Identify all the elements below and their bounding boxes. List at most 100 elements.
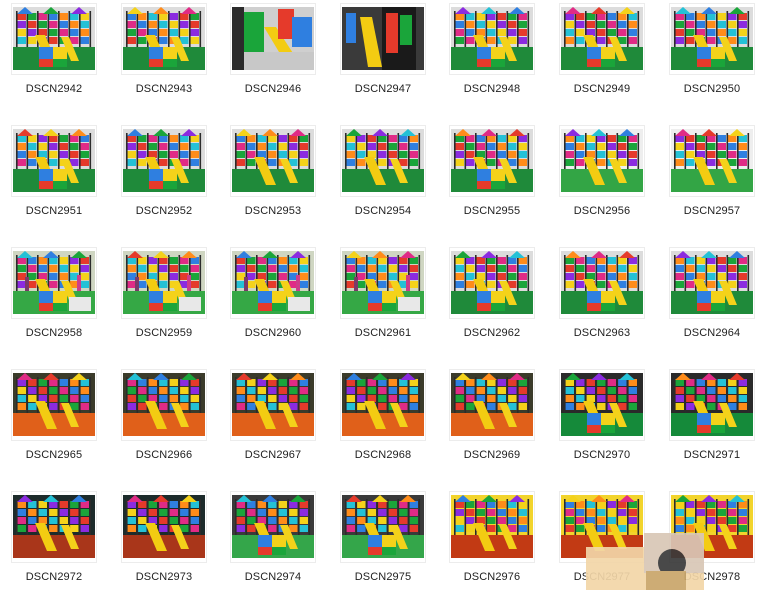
file-item[interactable]: DSCN2943 xyxy=(110,2,218,120)
thumbnail-image[interactable] xyxy=(232,7,314,70)
file-name-label[interactable]: DSCN2960 xyxy=(219,327,327,339)
thumbnail-image[interactable] xyxy=(123,373,205,436)
thumbnail-frame[interactable] xyxy=(121,247,207,319)
thumbnail-frame[interactable] xyxy=(230,125,316,197)
file-name-label[interactable]: DSCN2952 xyxy=(110,205,218,217)
file-item[interactable]: DSCN2946 xyxy=(219,2,327,120)
thumbnail-frame[interactable] xyxy=(669,247,755,319)
thumbnail-image[interactable] xyxy=(13,7,95,70)
file-name-label[interactable]: DSCN2971 xyxy=(658,449,766,461)
thumbnail-frame[interactable] xyxy=(121,125,207,197)
file-item[interactable]: DSCN2958 xyxy=(0,246,108,364)
thumbnail-image[interactable] xyxy=(13,129,95,192)
file-name-label[interactable]: DSCN2954 xyxy=(329,205,437,217)
thumbnail-image[interactable] xyxy=(232,373,314,436)
thumbnail-image[interactable] xyxy=(451,373,533,436)
file-item[interactable]: DSCN2962 xyxy=(438,246,546,364)
file-name-label[interactable]: DSCN2972 xyxy=(0,571,108,583)
thumbnail-image[interactable] xyxy=(342,7,424,70)
file-name-label[interactable]: DSCN2963 xyxy=(548,327,656,339)
file-item[interactable]: DSCN2972 xyxy=(0,490,108,608)
thumbnail-frame[interactable] xyxy=(340,369,426,441)
file-item[interactable]: DSCN2942 xyxy=(0,2,108,120)
thumbnail-frame[interactable] xyxy=(121,369,207,441)
thumbnail-image[interactable] xyxy=(342,251,424,314)
thumbnail-image[interactable] xyxy=(342,129,424,192)
file-item[interactable]: DSCN2955 xyxy=(438,124,546,242)
thumbnail-frame[interactable] xyxy=(121,491,207,563)
file-name-label[interactable]: DSCN2942 xyxy=(0,83,108,95)
thumbnail-image[interactable] xyxy=(123,129,205,192)
thumbnail-image[interactable] xyxy=(671,7,753,70)
thumbnail-frame[interactable] xyxy=(11,125,97,197)
file-name-label[interactable]: DSCN2959 xyxy=(110,327,218,339)
thumbnail-image[interactable] xyxy=(561,251,643,314)
file-name-label[interactable]: DSCN2962 xyxy=(438,327,546,339)
thumbnail-image[interactable] xyxy=(13,251,95,314)
file-item[interactable]: DSCN2969 xyxy=(438,368,546,486)
thumbnail-frame[interactable] xyxy=(230,369,316,441)
file-item[interactable]: DSCN2957 xyxy=(658,124,766,242)
thumbnail-frame[interactable] xyxy=(340,491,426,563)
file-name-label[interactable]: DSCN2975 xyxy=(329,571,437,583)
thumbnail-frame[interactable] xyxy=(449,491,535,563)
file-name-label[interactable]: DSCN2958 xyxy=(0,327,108,339)
file-item[interactable]: DSCN2949 xyxy=(548,2,656,120)
thumbnail-image[interactable] xyxy=(671,129,753,192)
file-item[interactable]: DSCN2964 xyxy=(658,246,766,364)
file-name-label[interactable]: DSCN2973 xyxy=(110,571,218,583)
file-item[interactable]: DSCN2974 xyxy=(219,490,327,608)
file-name-label[interactable]: DSCN2974 xyxy=(219,571,327,583)
thumbnail-frame[interactable] xyxy=(559,3,645,75)
file-item[interactable]: DSCN2967 xyxy=(219,368,327,486)
file-item[interactable]: DSCN2960 xyxy=(219,246,327,364)
file-name-label[interactable]: DSCN2964 xyxy=(658,327,766,339)
thumbnail-image[interactable] xyxy=(123,7,205,70)
thumbnail-frame[interactable] xyxy=(230,3,316,75)
file-item[interactable]: DSCN2970 xyxy=(548,368,656,486)
thumbnail-frame[interactable] xyxy=(11,3,97,75)
file-item[interactable]: DSCN2966 xyxy=(110,368,218,486)
thumbnail-image[interactable] xyxy=(232,495,314,558)
file-item[interactable]: DSCN2952 xyxy=(110,124,218,242)
thumbnail-image[interactable] xyxy=(671,251,753,314)
thumbnail-frame[interactable] xyxy=(669,3,755,75)
file-name-label[interactable]: DSCN2949 xyxy=(548,83,656,95)
file-name-label[interactable]: DSCN2956 xyxy=(548,205,656,217)
file-name-label[interactable]: DSCN2970 xyxy=(548,449,656,461)
file-item[interactable]: DSCN2947 xyxy=(329,2,437,120)
file-item[interactable]: DSCN2971 xyxy=(658,368,766,486)
thumbnail-frame[interactable] xyxy=(11,369,97,441)
file-item[interactable]: DSCN2951 xyxy=(0,124,108,242)
file-name-label[interactable]: DSCN2967 xyxy=(219,449,327,461)
file-item[interactable]: DSCN2963 xyxy=(548,246,656,364)
thumbnail-image[interactable] xyxy=(451,495,533,558)
file-name-label[interactable]: DSCN2948 xyxy=(438,83,546,95)
thumbnail-image[interactable] xyxy=(342,495,424,558)
thumbnail-image[interactable] xyxy=(451,129,533,192)
file-name-label[interactable]: DSCN2968 xyxy=(329,449,437,461)
thumbnail-image[interactable] xyxy=(451,251,533,314)
thumbnail-frame[interactable] xyxy=(340,3,426,75)
thumbnail-frame[interactable] xyxy=(230,491,316,563)
file-item[interactable]: DSCN2953 xyxy=(219,124,327,242)
file-name-label[interactable]: DSCN2966 xyxy=(110,449,218,461)
file-item[interactable]: DSCN2959 xyxy=(110,246,218,364)
file-name-label[interactable]: DSCN2951 xyxy=(0,205,108,217)
file-item[interactable]: DSCN2965 xyxy=(0,368,108,486)
thumbnail-image[interactable] xyxy=(561,129,643,192)
file-name-label[interactable]: DSCN2953 xyxy=(219,205,327,217)
file-name-label[interactable]: DSCN2946 xyxy=(219,83,327,95)
thumbnail-frame[interactable] xyxy=(449,247,535,319)
file-name-label[interactable]: DSCN2955 xyxy=(438,205,546,217)
file-name-label[interactable]: DSCN2976 xyxy=(438,571,546,583)
thumbnail-frame[interactable] xyxy=(559,247,645,319)
thumbnail-image[interactable] xyxy=(232,251,314,314)
thumbnail-frame[interactable] xyxy=(11,491,97,563)
thumbnail-frame[interactable] xyxy=(340,247,426,319)
thumbnail-image[interactable] xyxy=(123,495,205,558)
file-item[interactable]: DSCN2975 xyxy=(329,490,437,608)
file-item[interactable]: DSCN2976 xyxy=(438,490,546,608)
file-name-label[interactable]: DSCN2943 xyxy=(110,83,218,95)
file-name-label[interactable]: DSCN2947 xyxy=(329,83,437,95)
